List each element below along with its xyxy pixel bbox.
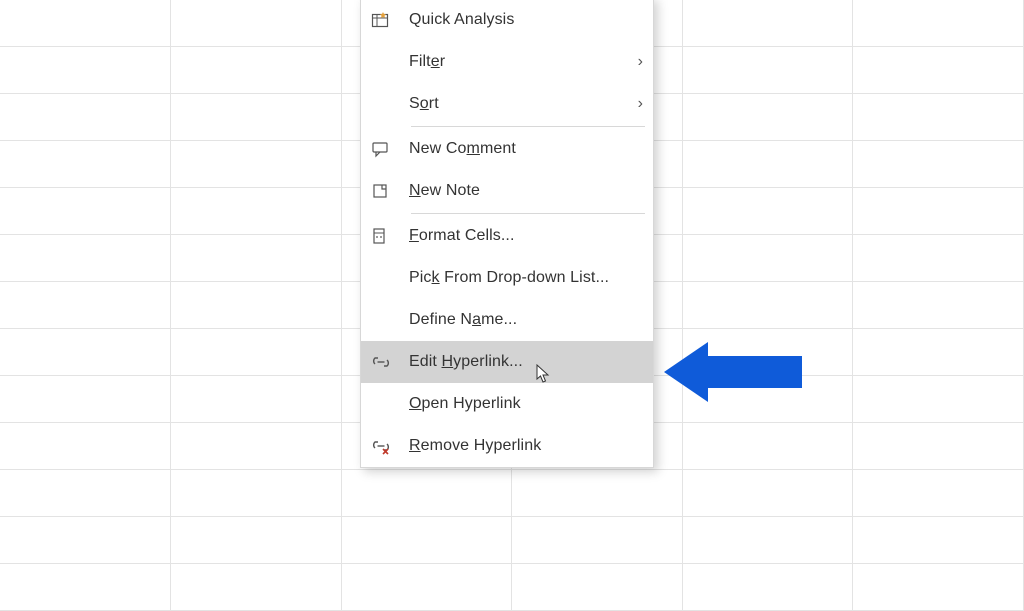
menu-separator [411, 213, 645, 214]
filter-item[interactable]: Filter › [361, 41, 653, 83]
edit-hyperlink-item[interactable]: Edit Hyperlink... [361, 341, 653, 383]
hyperlink-icon [371, 353, 409, 371]
note-icon [371, 182, 409, 200]
format-cells-icon [371, 227, 409, 245]
edit-hyperlink-label: Edit Hyperlink... [409, 353, 643, 371]
arrow-shaft [708, 356, 802, 388]
define-name-item[interactable]: Define Name... [361, 299, 653, 341]
quick-analysis-icon [371, 11, 409, 29]
arrow-head-icon [664, 342, 708, 402]
pick-from-list-item[interactable]: Pick From Drop-down List... [361, 257, 653, 299]
chevron-right-icon: › [625, 95, 643, 113]
remove-hyperlink-label: Remove Hyperlink [409, 437, 643, 455]
chevron-right-icon: › [625, 53, 643, 71]
quick-analysis-label: Quick Analysis [409, 11, 643, 29]
new-note-item[interactable]: New Note [361, 170, 653, 212]
comment-icon [371, 140, 409, 158]
format-cells-item[interactable]: Format Cells... [361, 215, 653, 257]
sort-item[interactable]: Sort › [361, 83, 653, 125]
filter-label: Filter [409, 53, 625, 71]
format-cells-label: Format Cells... [409, 227, 643, 245]
remove-hyperlink-icon [371, 437, 409, 455]
remove-hyperlink-item[interactable]: Remove Hyperlink [361, 425, 653, 467]
new-comment-item[interactable]: New Comment [361, 128, 653, 170]
new-note-label: New Note [409, 182, 643, 200]
define-name-label: Define Name... [409, 311, 643, 329]
menu-separator [411, 126, 645, 127]
open-hyperlink-item[interactable]: Open Hyperlink [361, 383, 653, 425]
sort-label: Sort [409, 95, 625, 113]
annotation-arrow [664, 342, 802, 402]
open-hyperlink-label: Open Hyperlink [409, 395, 643, 413]
context-menu: Quick Analysis Filter › Sort › New Comme… [360, 0, 654, 468]
quick-analysis-item[interactable]: Quick Analysis [361, 0, 653, 41]
new-comment-label: New Comment [409, 140, 643, 158]
pick-from-list-label: Pick From Drop-down List... [409, 269, 643, 287]
